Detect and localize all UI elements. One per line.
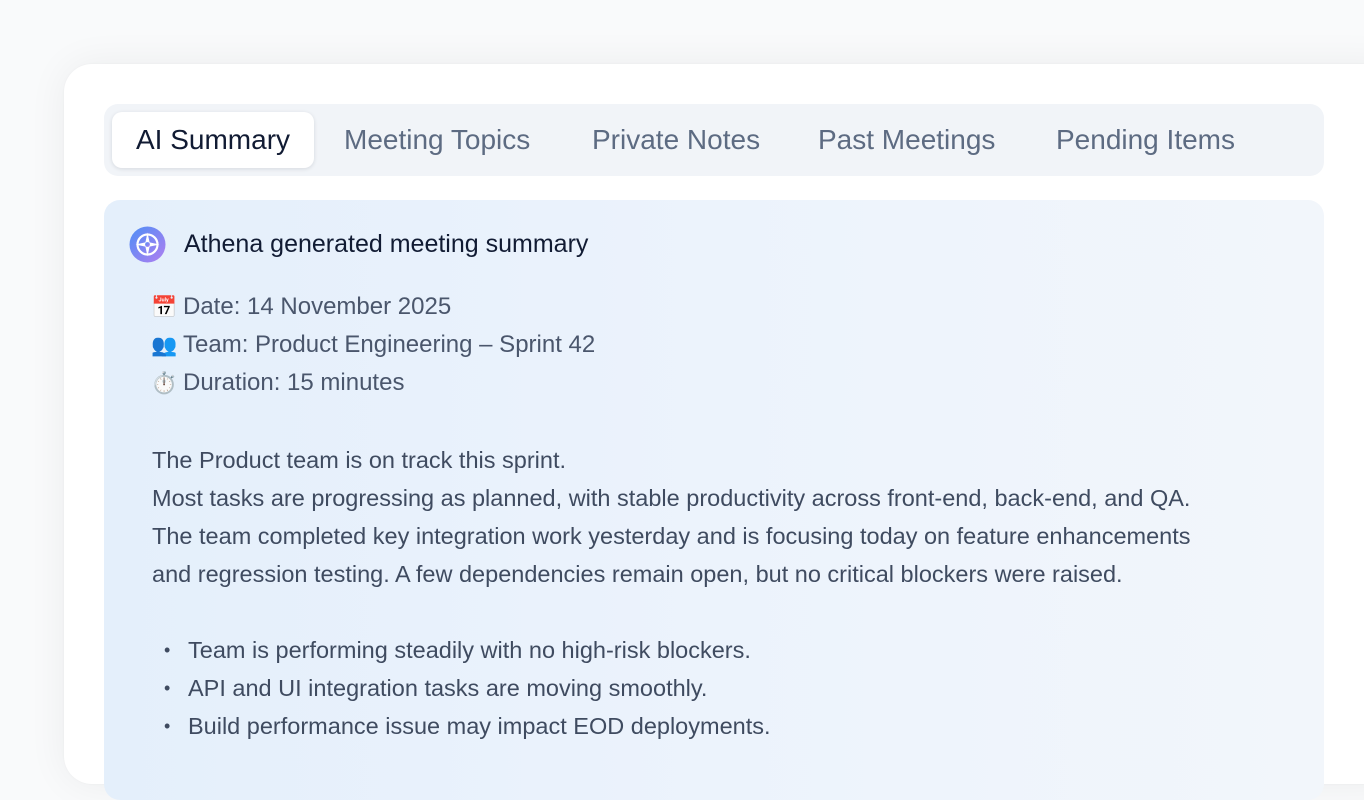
tab-pending-items[interactable]: Pending Items [1056, 112, 1235, 168]
calendar-icon: 📅 [151, 296, 178, 319]
team-icon: 👥 [151, 334, 178, 357]
list-item-text: Build performance issue may impact EOD d… [188, 713, 771, 739]
summary-title: Athena generated meeting summary [184, 230, 589, 258]
meta-duration: ⏱️ Duration: 15 minutes [151, 368, 404, 398]
bullet-dot: • [164, 678, 171, 698]
tab-private-notes[interactable]: Private Notes [592, 112, 760, 168]
list-item-text: API and UI integration tasks are moving … [188, 675, 708, 701]
summary-paragraph-line: The Product team is on track this sprint… [152, 447, 567, 473]
compass-icon [129, 226, 166, 263]
summary-paragraph-line: Most tasks are progressing as planned, w… [152, 485, 1191, 511]
tab-meeting-topics[interactable]: Meeting Topics [344, 112, 530, 168]
list-item: • Team is performing steadily with no hig… [164, 633, 751, 667]
bullet-dot: • [164, 640, 171, 660]
meta-date: 📅 Date: 14 November 2025 [151, 292, 451, 322]
list-item-text: Team is performing steadily with no high… [188, 637, 751, 663]
list-item: • Build performance issue may impact EOD … [164, 709, 771, 743]
tab-bar: AI Summary Meeting Topics Private Notes … [104, 104, 1324, 176]
summary-paragraph-line: and regression testing. A few dependenci… [152, 561, 1123, 587]
tab-ai-summary[interactable]: AI Summary [112, 112, 315, 168]
meta-duration-text: Duration: 15 minutes [183, 369, 405, 396]
stopwatch-icon: ⏱️ [151, 372, 178, 395]
tab-past-meetings[interactable]: Past Meetings [818, 112, 995, 168]
meta-team-text: Team: Product Engineering – Sprint 42 [183, 331, 596, 358]
summary-paragraph-line: The team completed key integration work … [152, 523, 1191, 549]
meta-date-text: Date: 14 November 2025 [183, 293, 452, 320]
meta-team: 👥 Team: Product Engineering – Sprint 42 [151, 330, 595, 360]
list-item: • API and UI integration tasks are moving… [164, 671, 707, 705]
bullet-dot: • [164, 716, 171, 736]
